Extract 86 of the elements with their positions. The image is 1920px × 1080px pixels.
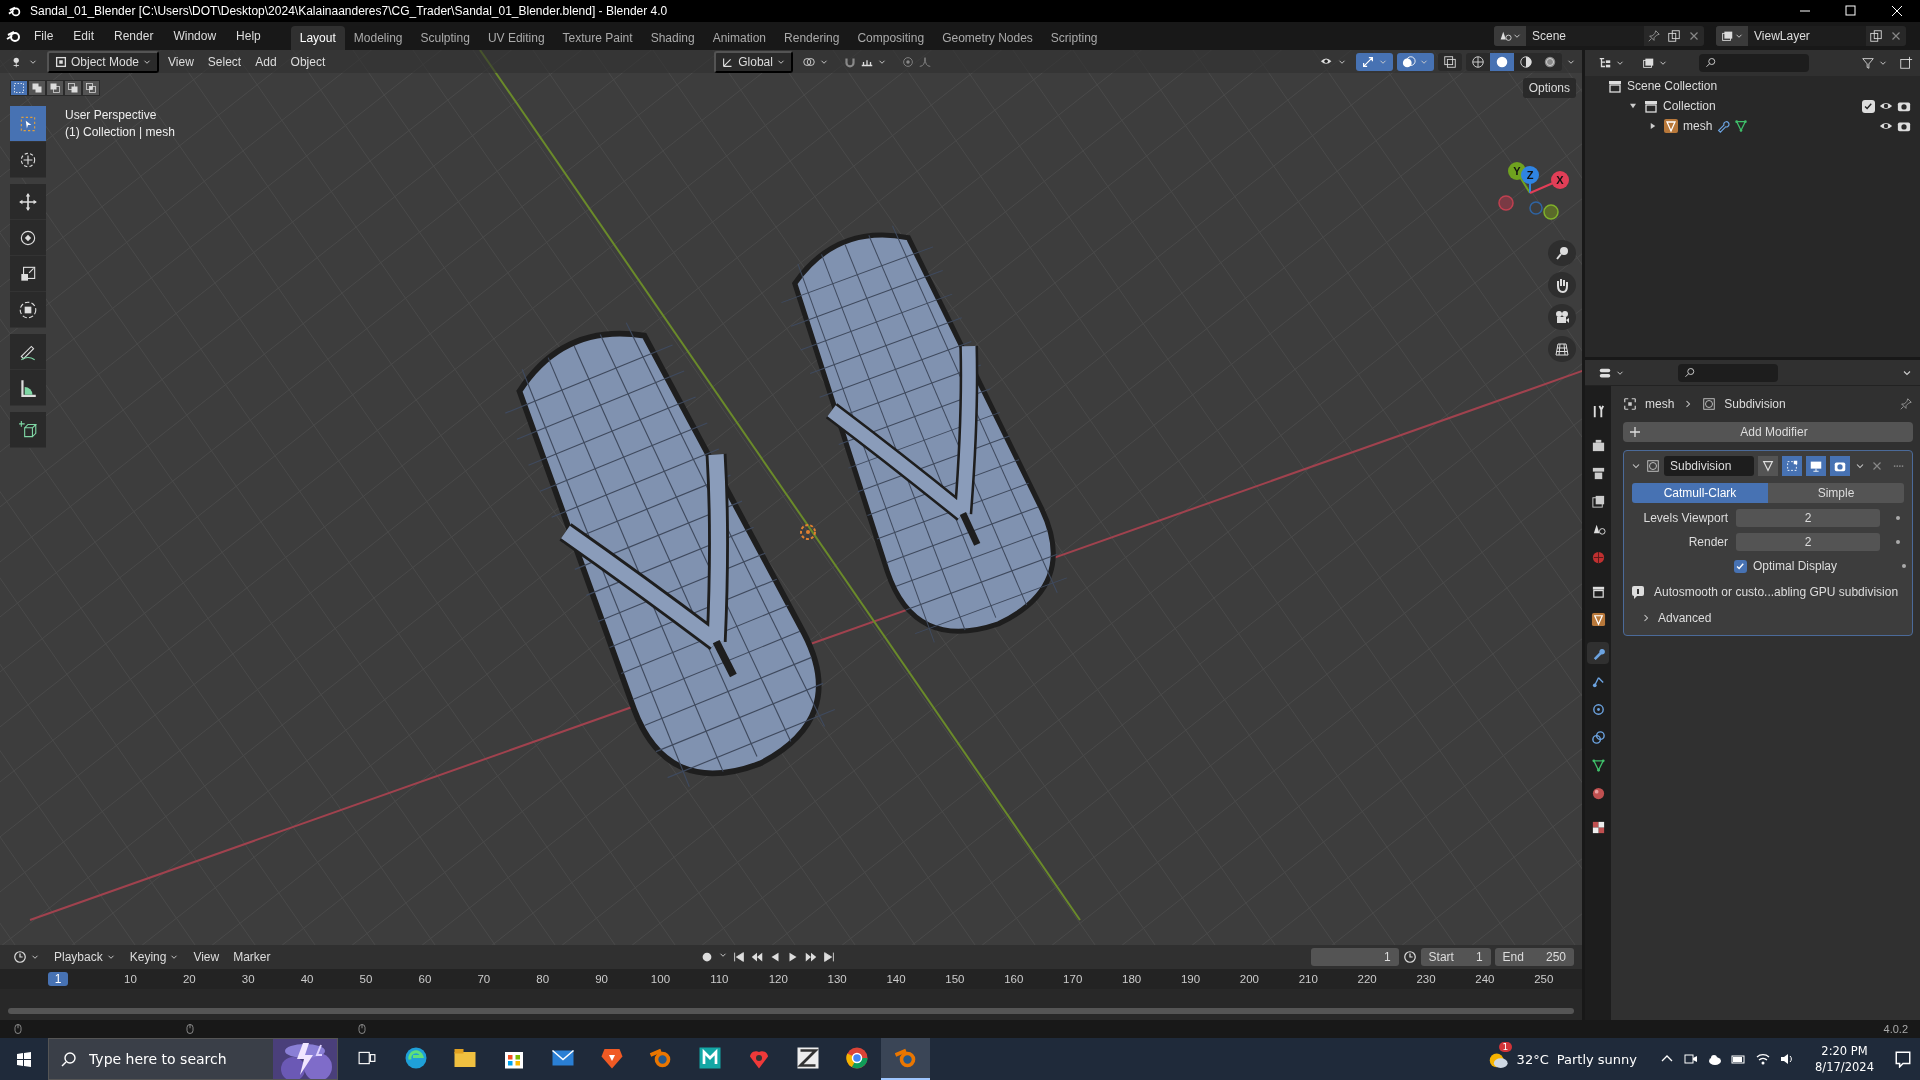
frame-number: 90 <box>594 973 609 985</box>
menu-item[interactable]: Help <box>228 26 269 46</box>
end-frame-field[interactable]: End 250 <box>1494 948 1574 966</box>
menu-item[interactable]: Playback <box>49 948 121 966</box>
frame-number: 220 <box>1356 973 1378 985</box>
frame-number: 40 <box>299 973 315 985</box>
clock-time[interactable]: 2:20 PM <box>1821 1044 1868 1058</box>
menu-item[interactable]: Select <box>202 52 247 71</box>
breadcrumb-item[interactable]: Subdivision <box>1724 397 1786 411</box>
frame-number: 240 <box>1474 973 1496 985</box>
info-text: Autosmooth or custo...abling GPU subdivision <box>1654 585 1899 599</box>
menu-item[interactable]: Object <box>285 52 331 71</box>
number-field[interactable]: 2 <box>1736 509 1880 527</box>
frame-number: 50 <box>358 973 374 985</box>
workspace-tab[interactable]: Compositing <box>848 26 934 50</box>
frame-number: 100 <box>649 973 672 985</box>
options-button[interactable]: Options <box>1522 78 1576 98</box>
viewport-info-text: (1) Collection | mesh <box>65 125 175 139</box>
menu-item[interactable]: Window <box>165 26 225 46</box>
axis-handle[interactable]: Z <box>1521 166 1539 184</box>
weather-text: Partly sunny <box>1556 1051 1638 1067</box>
start-frame-field[interactable]: Start 1 <box>1420 948 1491 966</box>
field-label: Levels Viewport <box>1642 511 1728 525</box>
menu-item[interactable]: File <box>26 26 62 46</box>
axis-handle[interactable]: X <box>1551 171 1569 189</box>
outliner-row[interactable]: Collection <box>1585 96 1920 116</box>
frame-number: 170 <box>1062 973 1084 985</box>
outliner-row[interactable]: Scene Collection <box>1585 76 1920 96</box>
frame-number: 110 <box>709 973 730 985</box>
workspace-tab[interactable]: Sculpting <box>411 26 479 50</box>
workspace-tab[interactable]: Texture Paint <box>553 26 642 50</box>
frame-number: 160 <box>1003 973 1025 985</box>
workspace-tab[interactable]: UV Editing <box>478 26 554 50</box>
selector-field[interactable]: Scene <box>1494 26 1704 46</box>
workspace-tab[interactable]: Modeling <box>344 26 412 50</box>
frame-number: 30 <box>240 973 256 985</box>
segment-button[interactable]: Catmull-Clark <box>1632 483 1768 503</box>
segment-button[interactable]: Simple <box>1768 483 1904 503</box>
frame-number: 250 <box>1533 973 1555 985</box>
notification-badge: 1 <box>1498 1042 1513 1052</box>
mode-dropdown[interactable]: Object Mode <box>47 50 160 73</box>
frame-number: 120 <box>767 973 789 985</box>
frame-number: 20 <box>181 973 197 985</box>
current-frame-field[interactable]: 1 <box>1310 948 1399 966</box>
frame-number: 150 <box>944 973 966 985</box>
frame-number: 230 <box>1415 973 1437 985</box>
outliner-row[interactable]: mesh <box>1585 116 1920 136</box>
menu-item[interactable]: View <box>188 948 225 966</box>
clock-date[interactable]: 8/17/2024 <box>1815 1060 1874 1074</box>
frame-number: 80 <box>535 973 551 985</box>
orientation-dropdown[interactable]: Global <box>714 50 793 73</box>
version-text: 4.0.2 <box>1883 1023 1908 1035</box>
frame-number: 60 <box>417 973 433 985</box>
workspace-tab[interactable]: Animation <box>703 26 776 50</box>
number-field[interactable]: 2 <box>1736 533 1880 551</box>
menu-item[interactable]: View <box>163 52 199 71</box>
selector-field[interactable]: ViewLayer <box>1716 26 1906 46</box>
workspace-tab[interactable]: Rendering <box>775 26 849 50</box>
playhead[interactable]: 1 <box>48 972 68 986</box>
frame-number: 180 <box>1121 973 1143 985</box>
window-title: Sandal_01_Blender [C:\Users\DOT\Desktop\2024\Kalainaanderes7\CG_Trader\Sandal_01_Blender.blend] - Blender 4.0 <box>30 4 669 18</box>
menu-item[interactable]: Edit <box>65 26 103 46</box>
breadcrumb-item[interactable]: mesh <box>1645 397 1675 411</box>
temperature-text: 32°C <box>1516 1051 1549 1067</box>
menu-item[interactable]: Keying <box>124 948 185 966</box>
field-label: Render <box>1687 535 1728 549</box>
workspace-tab[interactable]: Geometry Nodes <box>933 26 1042 50</box>
frame-number: 140 <box>885 973 907 985</box>
frame-number: 130 <box>826 973 848 985</box>
frame-number: 210 <box>1297 973 1319 985</box>
frame-number: 70 <box>476 973 492 985</box>
frame-number: 190 <box>1179 973 1202 985</box>
add-modifier-button[interactable]: Add Modifier <box>1623 422 1913 442</box>
frame-number: 200 <box>1238 973 1260 985</box>
workspace-tab[interactable]: Shading <box>641 26 704 50</box>
menu-item[interactable]: Marker <box>228 948 276 966</box>
menu-item[interactable]: Add <box>250 52 282 71</box>
subpanel-header[interactable]: Advanced <box>1658 611 1712 625</box>
modifier-name-field[interactable]: Subdivision <box>1664 456 1754 476</box>
menu-item[interactable]: Render <box>106 26 162 46</box>
viewport-info-text: User Perspective <box>65 108 158 122</box>
search-field[interactable]: Type here to search <box>87 1050 237 1068</box>
workspace-tab[interactable]: Scripting <box>1041 26 1107 50</box>
workspace-tab[interactable]: Layout <box>290 26 345 50</box>
checkbox-label: Optimal Display <box>1753 559 1838 573</box>
frame-number: 10 <box>123 973 138 985</box>
